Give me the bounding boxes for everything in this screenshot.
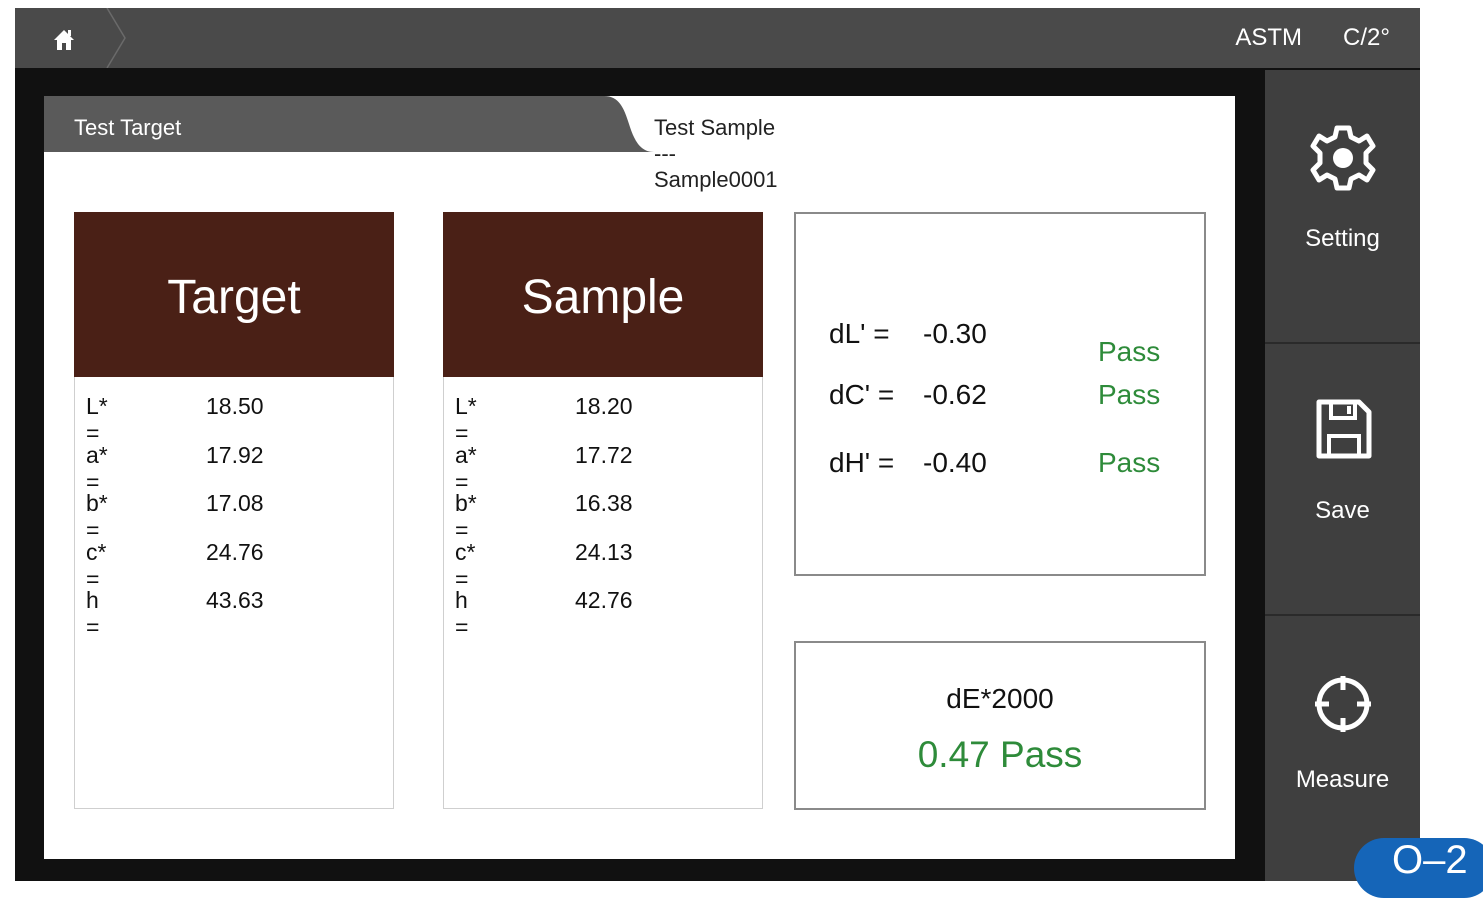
value-key: c* =	[86, 538, 107, 592]
tab-test-target-label: Test Target --- Target0003	[74, 115, 185, 192]
page-number-badge: O–2	[1354, 838, 1483, 898]
value-key: L* =	[455, 393, 477, 446]
delta-h-value: -0.40	[923, 447, 987, 478]
de2000-title: dE*2000	[946, 683, 1054, 714]
sample-card: Sample L* = 18.20 a* = 17.72 b* = 16.38 c* …	[443, 212, 763, 809]
save-button[interactable]: Save	[1265, 342, 1420, 614]
target-color-swatch: Target	[74, 212, 394, 377]
de2000-box: dE*2000 0.47 Pass	[794, 641, 1206, 810]
target-title: Target	[167, 271, 301, 324]
action-sidebar: Setting Save Measure	[1265, 70, 1420, 881]
value-number: 42.76	[575, 587, 633, 613]
value-key: a* =	[86, 441, 108, 495]
value-key: b* =	[86, 490, 108, 543]
de2000-result: 0.47 Pass	[917, 734, 1083, 775]
tab-strip: Test Target --- Target0003 Test Sample -…	[44, 96, 1235, 192]
value-number: 18.50	[206, 393, 264, 419]
sample-color-swatch: Sample	[443, 212, 763, 377]
value-key: b* =	[455, 490, 477, 543]
delta-c-status: Pass	[1098, 379, 1161, 410]
setting-button[interactable]: Setting	[1265, 70, 1420, 340]
main-panel: Test Target --- Target0003 Test Sample -…	[44, 96, 1235, 859]
illuminant-standard[interactable]: ASTM	[1235, 24, 1302, 52]
delta-l-status: Pass	[1098, 336, 1161, 367]
delta-h-label: dH' =	[829, 447, 895, 478]
crosshair-icon	[1314, 676, 1371, 732]
delta-l-value: -0.30	[923, 318, 987, 349]
value-number: 17.72	[575, 441, 633, 468]
measure-label: Measure	[1295, 766, 1390, 793]
top-bar: ASTM C/2°	[15, 8, 1420, 68]
device-screen: ASTM C/2° Test Target --- Target0003 Tes…	[15, 8, 1420, 881]
value-key: h =	[455, 587, 469, 640]
page-number-label: O–2	[1392, 838, 1468, 882]
value-number: 17.92	[206, 441, 264, 468]
target-card: Target L* = 18.50 a* = 17.92 b* = 17.08 c* …	[74, 212, 394, 809]
value-number: 16.38	[575, 490, 633, 516]
delta-c-value: -0.62	[923, 379, 987, 410]
home-button[interactable]	[15, 8, 126, 68]
save-label: Save	[1315, 497, 1370, 524]
value-key: c* =	[455, 538, 476, 592]
value-key: a* =	[455, 441, 477, 495]
delta-h-status: Pass	[1098, 447, 1161, 478]
delta-results-box: dL' = -0.30 Pass dC' = -0.62 Pass dH' = …	[794, 212, 1206, 576]
delta-l-label: dL' =	[829, 318, 890, 349]
gear-icon	[1310, 125, 1375, 191]
tab-test-sample-label: Test Sample --- Sample0001	[654, 115, 778, 192]
value-number: 24.76	[206, 538, 264, 565]
home-icon	[54, 8, 126, 68]
value-number: 43.63	[206, 587, 264, 613]
value-key: L* =	[86, 393, 108, 446]
delta-c-label: dC' =	[829, 379, 895, 410]
floppy-disk-icon	[1316, 399, 1371, 459]
setting-label: Setting	[1305, 225, 1380, 252]
value-number: 17.08	[206, 490, 264, 516]
observer-setting[interactable]: C/2°	[1343, 24, 1390, 52]
value-key: h =	[86, 587, 100, 640]
value-number: 24.13	[575, 538, 633, 565]
sample-title: Sample	[521, 271, 685, 324]
value-number: 18.20	[575, 393, 633, 419]
